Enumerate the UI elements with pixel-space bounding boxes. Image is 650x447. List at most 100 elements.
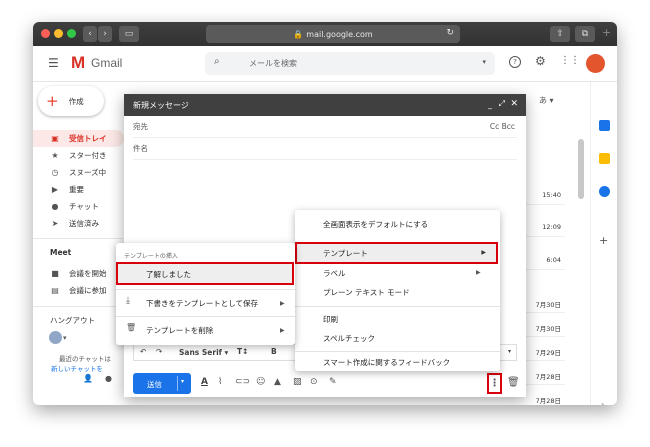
zoom-window-button[interactable]	[67, 29, 76, 38]
menu-item-template[interactable]: テンプレート ▶	[295, 242, 498, 264]
sidebar-item-important[interactable]: ▶ 重要	[33, 181, 123, 198]
mail-date: 7月30日	[535, 325, 561, 333]
menu-item-spellcheck[interactable]: スペルチェック	[323, 333, 375, 344]
hangouts-add-icon[interactable]: ▾	[63, 334, 67, 342]
scrollbar-track[interactable]	[578, 94, 584, 405]
expand-panel-icon[interactable]: ›	[601, 400, 604, 405]
tasks-icon[interactable]	[599, 186, 610, 197]
gmail-logo-text: Gmail	[91, 56, 123, 70]
menu-divider	[295, 351, 500, 352]
back-icon[interactable]: ‹	[83, 26, 97, 42]
menu-item-print[interactable]: 印刷	[323, 314, 338, 325]
subject-label: 件名	[133, 144, 148, 153]
fullscreen-icon[interactable]: ⤢	[499, 99, 505, 109]
sidebar-item-sent[interactable]: ➤ 送信済み	[33, 215, 123, 232]
font-select[interactable]: Sans Serif ▾	[179, 348, 228, 357]
help-icon[interactable]: ?	[509, 56, 521, 68]
minimize-window-button[interactable]	[54, 29, 63, 38]
sidebar-toggle-icon[interactable]: ▭	[119, 26, 139, 42]
close-icon[interactable]: ✕	[510, 99, 518, 109]
menu-item-default-fullscreen[interactable]: 全画面表示をデフォルトにする	[323, 219, 428, 230]
undo-icon[interactable]: ↶	[140, 347, 146, 356]
sidebar-item-label: 受信トレイ	[69, 134, 107, 143]
apps-grid-icon[interactable]: ⋮⋮	[560, 55, 580, 66]
bold-icon[interactable]: B	[271, 347, 277, 356]
template-item-got-it[interactable]: 了解しました	[116, 262, 294, 285]
gmail-logo-icon[interactable]: M	[71, 53, 85, 73]
hangouts-recent-text: 最近のチャットは	[59, 355, 111, 363]
sidebar-item-label: 会議を開始	[69, 269, 107, 278]
chat-icon: ●	[51, 202, 59, 211]
confidential-mode-icon[interactable]: ⊙	[310, 377, 318, 387]
link-icon[interactable]: ⊂⊃	[235, 377, 250, 387]
template-item-save-draft[interactable]: 下書きをテンプレートとして保存	[146, 298, 258, 309]
search-bar[interactable]: ⌕ メールを検索 ▾	[205, 52, 495, 75]
sidebar-item-label: 会議に参加	[69, 286, 107, 295]
hangouts-icon[interactable]: ●	[105, 374, 112, 383]
subject-field[interactable]: 件名	[133, 138, 517, 160]
sidebar-item-label: スヌーズ中	[69, 168, 107, 177]
menu-item-label: 了解しました	[146, 270, 191, 279]
menu-item-plain-text[interactable]: プレーン テキスト モード	[323, 287, 410, 298]
sidebar-item-snoozed[interactable]: ◷ スヌーズ中	[33, 164, 123, 181]
sidebar-item-label: チャット	[69, 202, 99, 211]
sidebar-item-chat[interactable]: ● チャット	[33, 198, 123, 215]
compose-button[interactable]: + 作成	[38, 86, 104, 116]
sidebar-item-starred[interactable]: ★ スター付き	[33, 147, 123, 164]
settings-gear-icon[interactable]: ⚙	[535, 54, 546, 68]
search-options-icon[interactable]: ▾	[482, 58, 486, 66]
menu-item-label-menu[interactable]: ラベル	[323, 268, 346, 279]
sidebar-item-join-meeting[interactable]: ▤ 会議に参加	[33, 282, 123, 299]
redo-icon[interactable]: ↷	[156, 347, 162, 356]
template-item-delete[interactable]: テンプレートを削除	[146, 325, 213, 336]
signature-icon[interactable]: ✎	[329, 377, 337, 387]
url-text: mail.google.com	[306, 29, 373, 39]
forward-icon[interactable]: ›	[98, 26, 112, 42]
hangouts-user-avatar[interactable]	[49, 331, 62, 344]
send-button[interactable]: 送信 ▾	[133, 373, 191, 394]
minimize-icon[interactable]: _	[488, 100, 492, 109]
cc-bcc-link[interactable]: Cc Bcc	[490, 122, 515, 131]
search-input[interactable]: メールを検索	[249, 58, 297, 69]
photo-icon[interactable]: ▨	[293, 377, 302, 387]
calendar-icon[interactable]	[599, 120, 610, 131]
formatting-options-icon[interactable]: A	[201, 377, 208, 387]
new-tab-icon[interactable]: +	[602, 26, 611, 39]
discard-draft-icon[interactable]: 🗑	[507, 377, 520, 388]
text-size-icon[interactable]: T↕	[237, 347, 248, 356]
to-label: 宛先	[133, 122, 148, 131]
attach-icon[interactable]: ⌇	[218, 377, 222, 387]
account-avatar[interactable]	[586, 54, 605, 73]
scrollbar-thumb[interactable]	[578, 139, 584, 199]
video-camera-icon: ■	[51, 269, 59, 278]
gmail-sidebar: + 作成 ▣ 受信トレイ ★ スター付き ◷ スヌーズ中 ▶ 重要 ● チャット	[33, 82, 133, 405]
browser-window: ‹ › ▭ 🔒 mail.google.com ↻ ⇧ ⧉ + ☰ M Gmai…	[33, 22, 617, 405]
menu-item-smart-compose-feedback[interactable]: スマート作成に関するフィードバック	[323, 357, 450, 368]
to-field[interactable]: 宛先 Cc Bcc	[133, 116, 517, 138]
more-options-button[interactable]: ⋮	[487, 373, 502, 394]
add-addon-icon[interactable]: +	[599, 234, 608, 247]
person-icon[interactable]: 👤	[83, 374, 93, 383]
tabs-icon[interactable]: ⧉	[575, 26, 595, 42]
schedule-send-icon[interactable]: ▾	[181, 378, 184, 385]
address-bar[interactable]: 🔒 mail.google.com ↻	[206, 25, 460, 43]
template-submenu-heading: テンプレートの挿入	[124, 253, 178, 260]
drive-icon[interactable]: ▲	[274, 377, 281, 387]
sidebar-item-inbox[interactable]: ▣ 受信トレイ	[33, 130, 124, 147]
menu-divider	[116, 316, 295, 317]
reload-icon[interactable]: ↻	[446, 28, 454, 38]
hangouts-new-chat-link[interactable]: 新しいチャットを	[51, 363, 123, 373]
menu-icon[interactable]: ☰	[48, 56, 59, 70]
send-options-divider	[177, 376, 178, 391]
emoji-icon[interactable]: ☺	[256, 377, 265, 387]
submenu-arrow-icon: ▶	[476, 269, 481, 276]
sidebar-divider	[33, 306, 123, 307]
compose-button-label: 作成	[68, 96, 84, 106]
close-window-button[interactable]	[41, 29, 50, 38]
search-icon[interactable]: ⌕	[214, 56, 220, 67]
toolbar-expand-icon[interactable]: ▾	[508, 348, 511, 355]
share-icon[interactable]: ⇧	[550, 26, 570, 42]
keep-icon[interactable]	[599, 153, 610, 164]
font-select-value: Sans Serif	[179, 348, 222, 357]
sidebar-item-start-meeting[interactable]: ■ 会議を開始	[33, 265, 123, 282]
